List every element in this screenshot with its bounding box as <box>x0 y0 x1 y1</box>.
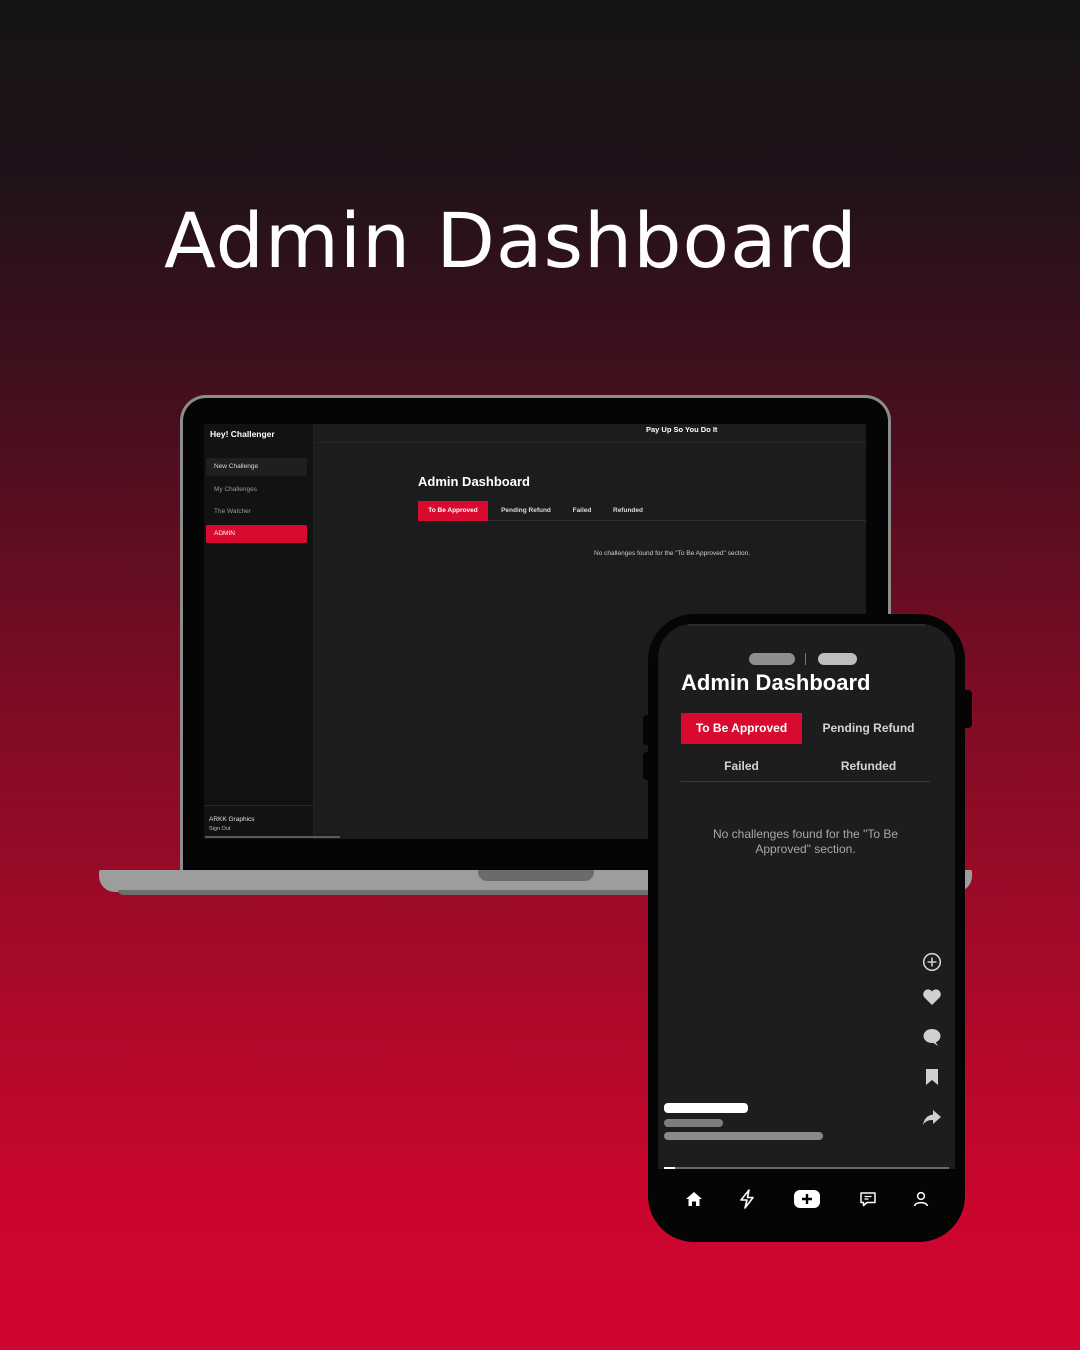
tab-pending-refund[interactable]: Pending Refund <box>496 501 556 521</box>
sign-out-link[interactable]: Sign Out <box>209 826 230 832</box>
create-plus-icon[interactable] <box>792 1187 822 1211</box>
sidebar: Hey! Challenger New Challenge My Challen… <box>204 424 340 839</box>
tab-refunded[interactable]: Refunded <box>608 501 648 521</box>
sidebar-item-my-challenges[interactable]: My Challenges <box>206 481 307 499</box>
video-caption-placeholder <box>664 1119 723 1127</box>
tab-pending-refund[interactable]: Pending Refund <box>806 713 931 744</box>
app-brand: Hey! Challenger <box>210 429 275 439</box>
app-title: Pay Up So You Do It <box>646 425 718 434</box>
share-icon[interactable] <box>921 1106 943 1128</box>
empty-state-message: No challenges found for the "To Be Appro… <box>712 827 899 856</box>
empty-state-message: No challenges found for the "To Be Appro… <box>594 550 751 557</box>
inbox-icon[interactable] <box>856 1187 880 1211</box>
video-progress-fill <box>664 1167 676 1169</box>
toggle-separator <box>805 653 806 665</box>
bookmark-icon[interactable] <box>921 1066 943 1088</box>
top-bar: Pay Up So You Do It <box>314 424 866 443</box>
screen-top-edge <box>688 624 925 626</box>
tab-to-be-approved[interactable]: To Be Approved <box>681 713 802 744</box>
lightning-icon[interactable] <box>735 1187 759 1211</box>
video-username-placeholder <box>664 1103 748 1113</box>
tab-refunded[interactable]: Refunded <box>806 751 931 782</box>
video-progress-bar[interactable] <box>664 1167 949 1169</box>
footer-fine-print <box>205 836 340 838</box>
comment-icon[interactable] <box>921 1026 943 1048</box>
home-icon[interactable] <box>682 1187 706 1211</box>
sidebar-footer: ARKK Graphics Sign Out <box>204 805 340 839</box>
laptop-trackpad-notch <box>478 870 594 881</box>
add-circle-icon[interactable] <box>921 951 943 973</box>
profile-icon[interactable] <box>909 1187 933 1211</box>
sidebar-item-the-watcher[interactable]: The Watcher <box>206 503 307 521</box>
headline: Admin Dashboard <box>164 196 858 285</box>
tab-failed[interactable]: Failed <box>681 751 802 782</box>
sidebar-item-admin[interactable]: ADMIN <box>206 525 307 543</box>
tab-bar: To Be Approved Pending Refund Failed Ref… <box>418 501 866 521</box>
tab-to-be-approved[interactable]: To Be Approved <box>418 501 488 521</box>
page-title: Admin Dashboard <box>418 474 530 489</box>
sidebar-item-new-challenge[interactable]: New Challenge <box>206 458 307 476</box>
page-title: Admin Dashboard <box>681 670 871 695</box>
for-you-toggle-pill[interactable] <box>818 653 857 665</box>
video-sound-placeholder <box>664 1132 823 1140</box>
phone-screen: Admin Dashboard To Be Approved Pending R… <box>658 624 955 1169</box>
tab-divider <box>681 781 930 782</box>
organization-name: ARKK Graphics <box>209 816 255 823</box>
heart-icon[interactable] <box>921 986 943 1008</box>
following-toggle-pill[interactable] <box>749 653 795 665</box>
tab-failed[interactable]: Failed <box>568 501 596 521</box>
